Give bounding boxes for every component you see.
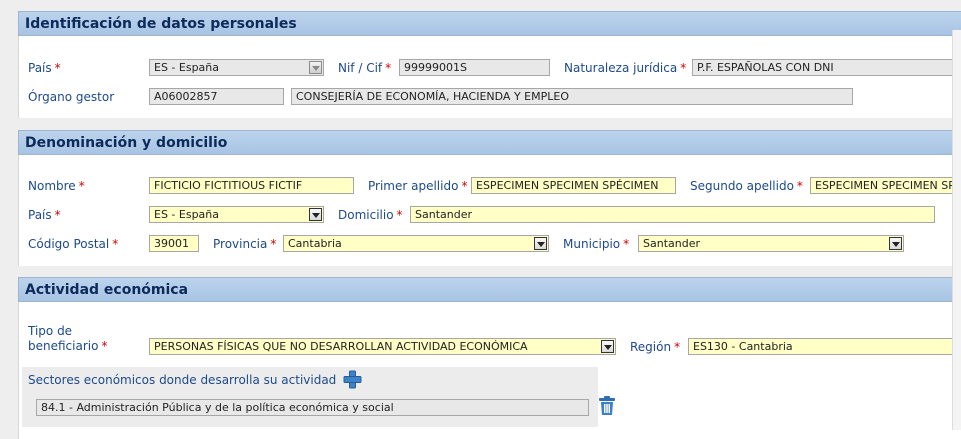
organo-code-field[interactable]: A06002857 (149, 88, 284, 105)
tipo-beneficiario-select[interactable]: PERSONAS FÍSICAS QUE NO DESARROLLAN ACTI… (149, 338, 616, 355)
apellido2-input[interactable]: ESPECIMEN SPECIMEN SPÉCIMEN (810, 177, 961, 194)
section-header-actividad: Actividad económica (18, 277, 961, 302)
plus-icon[interactable] (343, 370, 362, 389)
section-title-actividad: Actividad económica (25, 282, 189, 298)
sector-item: 84.1 - Administración Pública y de la po… (36, 399, 589, 416)
pais2-label: País * (28, 208, 61, 222)
trash-icon[interactable] (598, 396, 616, 416)
tipo-label-line2: beneficiario * (28, 339, 108, 353)
region-input[interactable]: ES130 - Cantabria (688, 338, 961, 355)
pais-select-disabled[interactable]: ES - España (149, 59, 324, 76)
naturaleza-field[interactable]: P.F. ESPAÑOLAS CON DNI (692, 59, 961, 76)
chevron-down-icon (309, 208, 322, 221)
domicilio-input[interactable]: Santander (410, 206, 935, 223)
tipo-label-line1: Tipo de (28, 324, 73, 338)
chevron-down-icon (889, 237, 902, 250)
chevron-down-icon (601, 340, 614, 353)
sectores-label: Sectores económicos donde desarrolla su … (28, 373, 337, 387)
municipio-label: Municipio * (563, 237, 630, 251)
domicilio-label: Domicilio * (338, 208, 403, 222)
panel-personal (18, 36, 961, 118)
provincia-select[interactable]: Cantabria (283, 235, 549, 252)
cp-label: Código Postal * (28, 237, 119, 251)
nombre-input[interactable]: FICTICIO FICTITIOUS FICTIF (149, 177, 354, 194)
apellido2-label: Segundo apellido * (690, 179, 803, 193)
apellido1-input[interactable]: ESPECIMEN SPECIMEN SPÉCIMEN (471, 177, 676, 194)
organo-name-field[interactable]: CONSEJERÍA DE ECONOMÍA, HACIENDA Y EMPLE… (291, 88, 853, 105)
apellido1-label: Primer apellido * (368, 179, 468, 193)
pais-label: País * (28, 61, 61, 75)
region-label: Región * (630, 340, 681, 354)
nif-label: Nif / Cif * (338, 61, 392, 75)
chevron-down-icon (534, 237, 547, 250)
municipio-select[interactable]: Santander (638, 235, 904, 252)
vertical-scrollbar[interactable] (952, 30, 961, 430)
cp-input[interactable]: 39001 (149, 235, 199, 252)
provincia-label: Provincia * (213, 237, 277, 251)
nombre-label: Nombre * (28, 179, 85, 193)
section-header-personal: Identificación de datos personales (18, 11, 961, 36)
chevron-down-icon (309, 61, 322, 74)
organo-label: Órgano gestor (28, 90, 115, 104)
pais-select[interactable]: ES - España (149, 206, 324, 223)
naturaleza-label: Naturaleza jurídica * (564, 61, 687, 75)
section-header-domicilio: Denominación y domicilio (18, 130, 961, 155)
nif-field[interactable]: 99999001S (399, 59, 550, 76)
section-title-personal: Identificación de datos personales (25, 16, 297, 32)
section-title-domicilio: Denominación y domicilio (25, 135, 228, 151)
